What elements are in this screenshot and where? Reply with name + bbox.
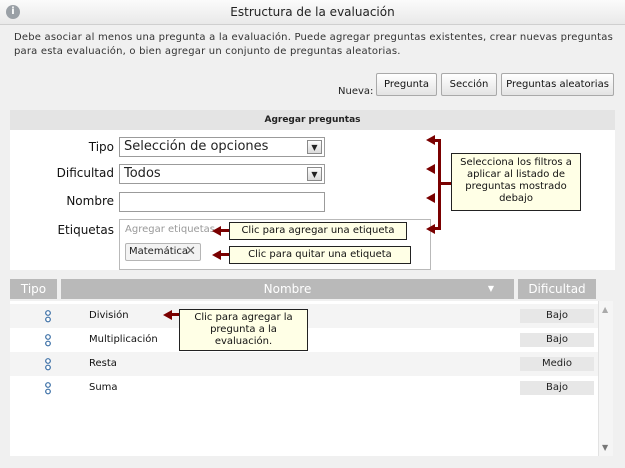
table-row[interactable]: Suma Bajo [10, 376, 598, 400]
tipo-select[interactable]: Selección de opciones ▼ [119, 137, 325, 157]
nombre-label: Nombre [66, 194, 114, 208]
question-name: Suma [89, 382, 118, 393]
arrow-left-icon [426, 164, 435, 174]
question-type-icon [45, 382, 51, 395]
window-title: Estructura de la evaluación [230, 5, 395, 19]
callout-connector [220, 253, 229, 256]
difficulty-badge: Medio [520, 357, 594, 371]
window-title-bar: i Estructura de la evaluación [0, 0, 625, 25]
question-name: Resta [89, 358, 117, 369]
add-tag-callout: Clic para agregar una etiqueta [229, 222, 407, 240]
new-section-button[interactable]: Sección [441, 73, 497, 96]
chevron-down-icon[interactable]: ▼ [307, 167, 322, 181]
scroll-up-icon[interactable]: ▲ [602, 305, 608, 314]
question-name: División [89, 310, 129, 321]
tipo-value: Selección de opciones [124, 139, 269, 154]
callout-connector [441, 182, 451, 185]
tags-input[interactable]: Agregar etiquetas [125, 224, 215, 235]
sort-down-icon[interactable]: ▼ [488, 279, 494, 299]
callout-connector [171, 313, 179, 316]
intro-text: Debe asociar al menos una pregunta a la … [14, 32, 614, 57]
dificultad-value: Todos [124, 166, 161, 181]
chevron-down-icon[interactable]: ▼ [307, 140, 322, 154]
column-header-dificultad[interactable]: Dificultad [518, 279, 596, 299]
table-scrollbar[interactable]: ▲ ▼ [598, 301, 613, 456]
add-questions-title: Agregar preguntas [10, 110, 615, 130]
difficulty-badge: Bajo [520, 309, 594, 323]
question-name: Multiplicación [89, 334, 158, 345]
arrow-left-icon [426, 224, 435, 234]
add-question-callout: Clic para agregar la pregunta a la evalu… [179, 309, 308, 351]
column-header-tipo[interactable]: Tipo [10, 279, 57, 299]
scroll-down-icon[interactable]: ▼ [602, 443, 608, 452]
dificultad-select[interactable]: Todos ▼ [119, 164, 325, 184]
table-row[interactable]: Resta Medio [10, 352, 598, 376]
callout-connector [220, 229, 229, 232]
question-type-icon [45, 334, 51, 347]
question-type-icon [45, 310, 51, 323]
nombre-input[interactable] [119, 192, 325, 212]
tag-chip: Matemática ✕ [125, 243, 201, 261]
close-icon[interactable]: ✕ [185, 244, 196, 260]
column-header-nombre-label: Nombre [263, 282, 312, 296]
remove-tag-callout: Clic para quitar una etiqueta [229, 246, 411, 264]
new-question-button[interactable]: Pregunta [376, 73, 437, 96]
filters-callout: Selecciona los filtros a aplicar al list… [451, 153, 581, 211]
difficulty-badge: Bajo [520, 381, 594, 395]
etiquetas-label: Etiquetas [57, 223, 114, 237]
column-header-nombre[interactable]: Nombre ▼ [61, 279, 514, 299]
filters-bracket [431, 139, 441, 230]
tag-chip-label: Matemática [129, 246, 189, 257]
random-questions-button[interactable]: Preguntas aleatorias [501, 73, 614, 96]
question-type-icon [45, 358, 51, 371]
arrow-left-icon [426, 193, 435, 203]
tipo-label: Tipo [88, 140, 114, 154]
arrow-left-icon [426, 135, 435, 145]
dificultad-label: Dificultad [56, 166, 114, 180]
nueva-label: Nueva: [338, 86, 374, 97]
difficulty-badge: Bajo [520, 333, 594, 347]
